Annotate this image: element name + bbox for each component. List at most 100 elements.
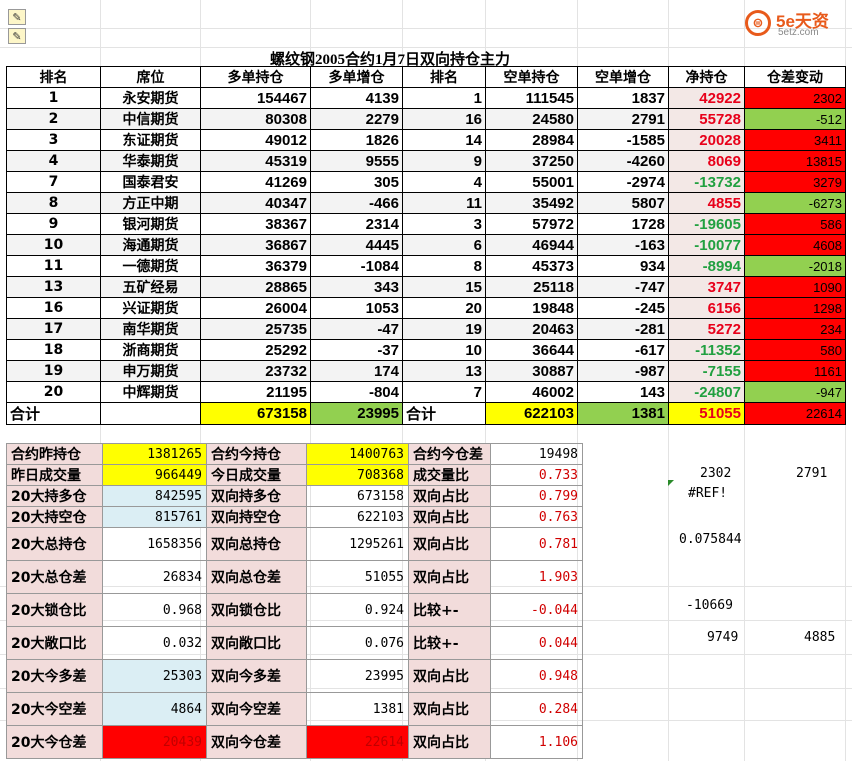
long-change-cell[interactable]: -47 — [310, 318, 403, 340]
long-position-cell[interactable]: 38367 — [200, 213, 311, 235]
metric-value[interactable]: 26834 — [102, 560, 207, 594]
short-rank-cell[interactable]: 9 — [402, 150, 486, 172]
long-position-cell[interactable]: 23732 — [200, 360, 311, 382]
net-position-cell[interactable]: 4855 — [668, 192, 745, 214]
total-long-change-cell[interactable]: 23995 — [310, 402, 403, 425]
net-position-cell[interactable]: -13732 — [668, 171, 745, 193]
long-change-cell[interactable]: 1826 — [310, 129, 403, 151]
net-position-cell[interactable]: 42922 — [668, 87, 745, 109]
broker-name-cell[interactable]: 永安期货 — [100, 87, 201, 109]
long-rank-cell[interactable]: 19 — [6, 360, 101, 382]
metric-label[interactable]: 双向占比 — [408, 527, 491, 561]
long-position-cell[interactable]: 41269 — [200, 171, 311, 193]
net-position-cell[interactable]: -7155 — [668, 360, 745, 382]
metric-value[interactable]: 673158 — [306, 485, 409, 507]
column-header[interactable]: 排名 — [6, 66, 101, 88]
long-position-cell[interactable]: 28865 — [200, 276, 311, 298]
short-position-cell[interactable]: 46002 — [485, 381, 578, 403]
broker-name-cell[interactable]: 方正中期 — [100, 192, 201, 214]
net-position-cell[interactable]: 55728 — [668, 108, 745, 130]
short-change-cell[interactable]: 1728 — [577, 213, 669, 235]
short-rank-cell[interactable]: 16 — [402, 108, 486, 130]
long-position-cell[interactable]: 21195 — [200, 381, 311, 403]
short-position-cell[interactable]: 28984 — [485, 129, 578, 151]
metric-label[interactable]: 昨日成交量 — [6, 464, 103, 486]
metric-value[interactable]: 25303 — [102, 659, 207, 693]
metric-value[interactable]: 0.924 — [306, 593, 409, 627]
metric-value[interactable]: 815761 — [102, 506, 207, 528]
metric-label[interactable]: 双向占比 — [408, 506, 491, 528]
totals-label[interactable]: 合计 — [402, 402, 486, 425]
long-change-cell[interactable]: 4139 — [310, 87, 403, 109]
long-position-cell[interactable]: 25735 — [200, 318, 311, 340]
long-rank-cell[interactable]: 17 — [6, 318, 101, 340]
broker-name-cell[interactable]: 国泰君安 — [100, 171, 201, 193]
short-change-cell[interactable]: -2974 — [577, 171, 669, 193]
long-rank-cell[interactable]: 13 — [6, 276, 101, 298]
long-position-cell[interactable]: 25292 — [200, 339, 311, 361]
net-position-cell[interactable]: -11352 — [668, 339, 745, 361]
short-rank-cell[interactable]: 6 — [402, 234, 486, 256]
column-header[interactable]: 席位 — [100, 66, 201, 88]
column-header[interactable]: 排名 — [402, 66, 486, 88]
long-change-cell[interactable]: -466 — [310, 192, 403, 214]
metric-label[interactable]: 比较+- — [408, 626, 491, 660]
position-diff-cell[interactable]: -6273 — [744, 192, 846, 214]
short-rank-cell[interactable]: 13 — [402, 360, 486, 382]
long-change-cell[interactable]: 343 — [310, 276, 403, 298]
metric-value[interactable]: 1.903 — [490, 560, 583, 594]
broker-name-cell[interactable]: 浙商期货 — [100, 339, 201, 361]
metric-value[interactable]: 1381 — [306, 692, 409, 726]
metric-value[interactable]: 1381265 — [102, 443, 207, 465]
metric-value[interactable]: 0.032 — [102, 626, 207, 660]
metric-value[interactable]: 22614 — [306, 725, 409, 759]
broker-name-cell[interactable]: 华泰期货 — [100, 150, 201, 172]
long-change-cell[interactable]: -37 — [310, 339, 403, 361]
metric-label[interactable]: 双向占比 — [408, 485, 491, 507]
metric-value[interactable]: 19498 — [490, 443, 583, 465]
position-diff-cell[interactable]: 3411 — [744, 129, 846, 151]
long-position-cell[interactable]: 49012 — [200, 129, 311, 151]
short-rank-cell[interactable]: 4 — [402, 171, 486, 193]
long-rank-cell[interactable]: 18 — [6, 339, 101, 361]
broker-name-cell[interactable]: 银河期货 — [100, 213, 201, 235]
long-position-cell[interactable]: 36867 — [200, 234, 311, 256]
net-position-cell[interactable]: 20028 — [668, 129, 745, 151]
net-position-cell[interactable]: -24807 — [668, 381, 745, 403]
empty-cell[interactable] — [100, 402, 201, 425]
position-diff-cell[interactable]: 4608 — [744, 234, 846, 256]
long-change-cell[interactable]: 174 — [310, 360, 403, 382]
short-change-cell[interactable]: -245 — [577, 297, 669, 319]
short-position-cell[interactable]: 20463 — [485, 318, 578, 340]
position-diff-cell[interactable]: 586 — [744, 213, 846, 235]
long-change-cell[interactable]: 9555 — [310, 150, 403, 172]
short-change-cell[interactable]: -747 — [577, 276, 669, 298]
long-rank-cell[interactable]: 16 — [6, 297, 101, 319]
long-position-cell[interactable]: 80308 — [200, 108, 311, 130]
net-position-cell[interactable]: 3747 — [668, 276, 745, 298]
metric-value[interactable]: 966449 — [102, 464, 207, 486]
metric-value[interactable]: 0.044 — [490, 626, 583, 660]
short-change-cell[interactable]: -4260 — [577, 150, 669, 172]
short-change-cell[interactable]: 5807 — [577, 192, 669, 214]
position-diff-cell[interactable]: 1161 — [744, 360, 846, 382]
position-diff-cell[interactable]: -947 — [744, 381, 846, 403]
position-diff-cell[interactable]: 3279 — [744, 171, 846, 193]
metric-value[interactable]: 0.763 — [490, 506, 583, 528]
extra-cell[interactable]: 2302 — [700, 466, 731, 481]
metric-label[interactable]: 20大总仓差 — [6, 560, 103, 594]
broker-name-cell[interactable]: 兴证期货 — [100, 297, 201, 319]
column-header[interactable]: 多单持仓 — [200, 66, 311, 88]
metric-label[interactable]: 20大总持仓 — [6, 527, 103, 561]
metric-label[interactable]: 比较+- — [408, 593, 491, 627]
broker-name-cell[interactable]: 申万期货 — [100, 360, 201, 382]
metric-label[interactable]: 20大持多仓 — [6, 485, 103, 507]
metric-value[interactable]: 4864 — [102, 692, 207, 726]
metric-label[interactable]: 20大今多差 — [6, 659, 103, 693]
metric-label[interactable]: 双向总仓差 — [206, 560, 307, 594]
position-diff-cell[interactable]: 13815 — [744, 150, 846, 172]
net-position-cell[interactable]: -8994 — [668, 255, 745, 277]
extra-cell[interactable]: 0.075844 — [679, 532, 742, 547]
metric-value[interactable]: 708368 — [306, 464, 409, 486]
short-rank-cell[interactable]: 14 — [402, 129, 486, 151]
